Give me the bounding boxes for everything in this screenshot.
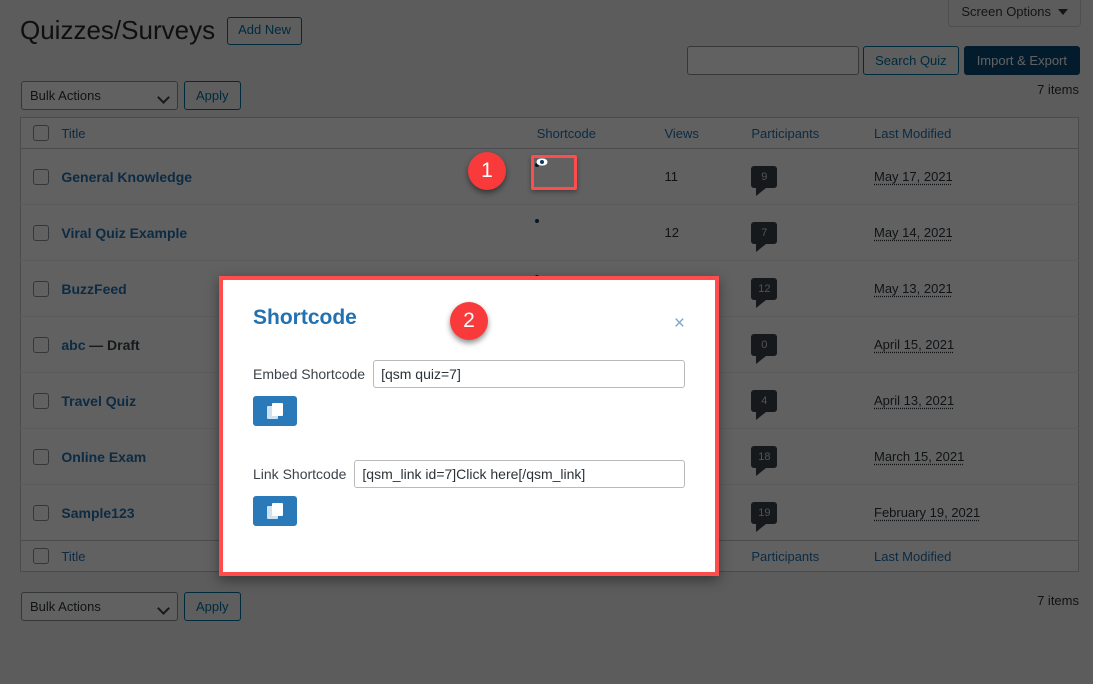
annotation-badge-1: 1 <box>468 152 506 190</box>
link-shortcode-row: Link Shortcode <box>253 460 685 488</box>
link-shortcode-label: Link Shortcode <box>253 466 347 482</box>
copy-icon <box>267 503 283 519</box>
shortcode-highlight-wrapper <box>531 155 577 190</box>
link-shortcode-input[interactable] <box>354 460 685 488</box>
embed-shortcode-input[interactable] <box>373 360 685 388</box>
annotation-badge-2: 2 <box>450 302 488 340</box>
shortcode-button-highlighted[interactable] <box>531 155 577 190</box>
copy-icon <box>267 403 283 419</box>
embed-shortcode-label: Embed Shortcode <box>253 366 366 382</box>
copy-link-shortcode-button[interactable] <box>253 496 297 526</box>
link-shortcode-group: Link Shortcode <box>253 460 685 526</box>
embed-shortcode-row: Embed Shortcode <box>253 360 685 388</box>
copy-embed-shortcode-button[interactable] <box>253 396 297 426</box>
close-icon[interactable]: × <box>668 313 691 334</box>
embed-shortcode-group: Embed Shortcode <box>253 360 685 426</box>
monitor-eye-icon <box>536 158 566 183</box>
